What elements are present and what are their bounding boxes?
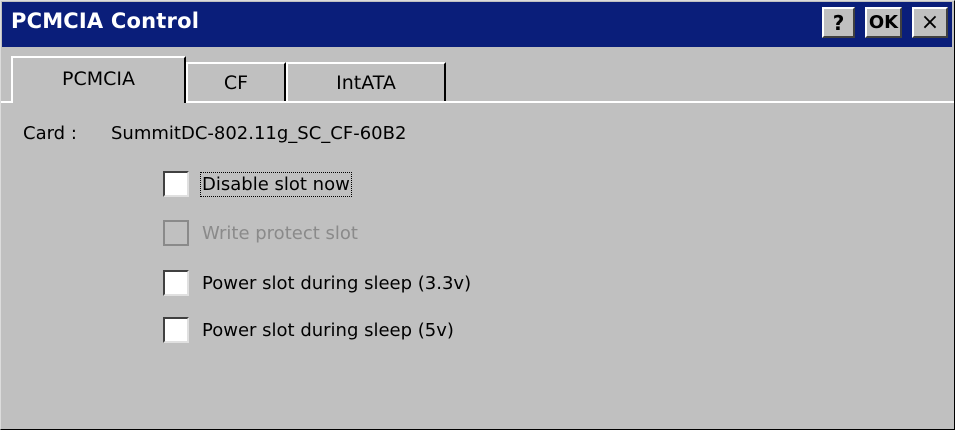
checkbox-label: Power slot during sleep (3.3v)	[202, 272, 472, 294]
checkbox-box[interactable]	[163, 171, 189, 197]
checkbox-box[interactable]	[163, 270, 189, 296]
title-bar[interactable]: PCMCIA Control ? OK ×	[2, 2, 952, 47]
checkbox-label: Write protect slot	[202, 222, 358, 244]
disable-slot-now-checkbox[interactable]: Disable slot now	[163, 169, 352, 199]
card-name: SummitDC-802.11g_SC_CF-60B2	[111, 123, 407, 144]
tab-intata[interactable]: IntATA	[286, 62, 446, 101]
tab-cf[interactable]: CF	[186, 62, 286, 101]
help-button[interactable]: ?	[822, 7, 855, 38]
pcmcia-control-window: PCMCIA Control ? OK × PCMCIA CF IntATA C…	[0, 0, 955, 430]
power-slot-sleep-5v-checkbox[interactable]: Power slot during sleep (5v)	[163, 315, 454, 345]
checkbox-label: Power slot during sleep (5v)	[202, 319, 454, 341]
checkbox-box	[163, 220, 189, 246]
tab-pcmcia[interactable]: PCMCIA	[11, 56, 186, 103]
write-protect-slot-checkbox: Write protect slot	[163, 218, 358, 248]
tab-strip: PCMCIA CF IntATA	[1, 48, 954, 103]
checkbox-box[interactable]	[163, 317, 189, 343]
checkbox-label: Disable slot now	[200, 171, 352, 197]
card-label: Card :	[23, 123, 77, 144]
ok-button[interactable]: OK	[865, 7, 902, 38]
close-button[interactable]: ×	[912, 7, 948, 38]
window-title: PCMCIA Control	[11, 9, 200, 33]
power-slot-sleep-3v3-checkbox[interactable]: Power slot during sleep (3.3v)	[163, 268, 471, 298]
